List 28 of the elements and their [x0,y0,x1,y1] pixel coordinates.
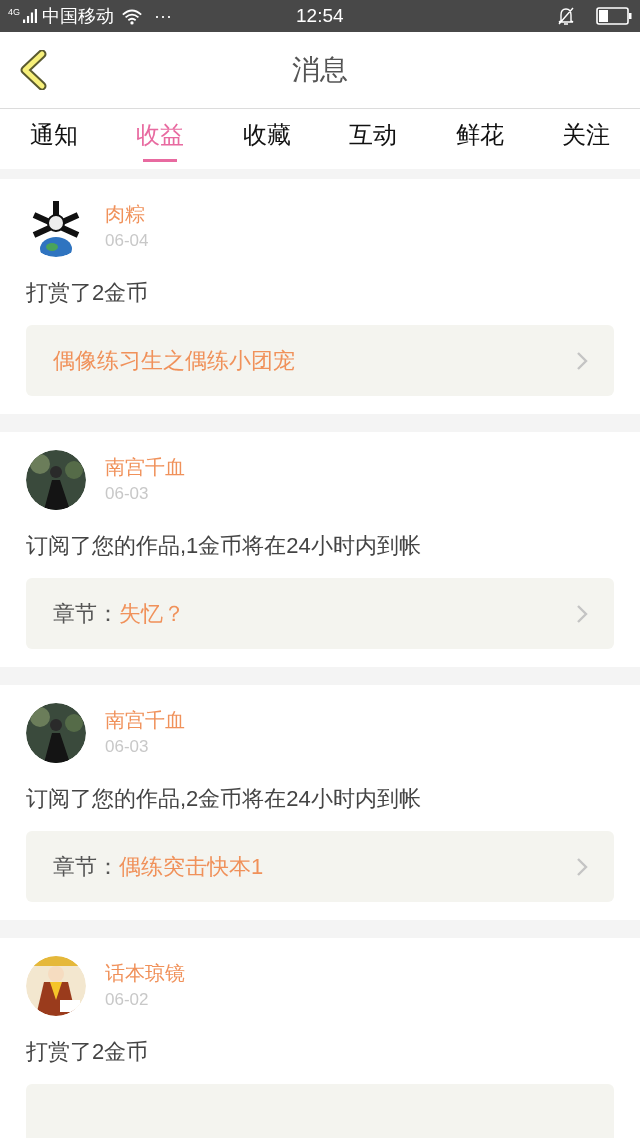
battery-icon [596,7,632,25]
more-indicator: ··· [154,4,172,28]
wifi-icon [121,7,143,25]
chapter-title: 偶练突击快本1 [119,853,264,881]
chevron-right-icon [576,856,588,877]
tab[interactable]: 互动 [323,109,424,169]
chevron-right-icon [576,603,588,624]
chapter-label: 章节： [53,853,119,881]
carrier-name: 中国移动 [42,4,114,28]
work-link[interactable]: 章节：偶练突击快本1 [26,831,614,902]
clock: 12:54 [296,3,344,28]
bell-off-icon [556,6,576,26]
chapter-title: 失忆？ [119,600,185,628]
tab[interactable]: 通知 [4,109,104,169]
message-text: 打赏了2金币 [26,1038,150,1066]
message-text: 订阅了您的作品,1金币将在24小时内到帐 [26,532,422,560]
page-title: 消息 [292,53,348,87]
message-text: 订阅了您的作品,2金币将在24小时内到帐 [26,785,422,813]
message-text: 打赏了2金币 [26,279,150,307]
signal-icon [23,8,37,24]
book-title: 偶像练习生之偶练小团宠 [53,347,295,375]
network-label: 4G [8,7,20,17]
work-link[interactable]: 章节：失忆？ [26,578,614,649]
tab[interactable]: 关注 [535,109,636,169]
tab[interactable]: 收藏 [216,109,317,169]
tab[interactable]: 鲜花 [429,109,530,169]
chapter-label: 章节： [53,600,119,628]
chevron-right-icon [576,350,588,371]
